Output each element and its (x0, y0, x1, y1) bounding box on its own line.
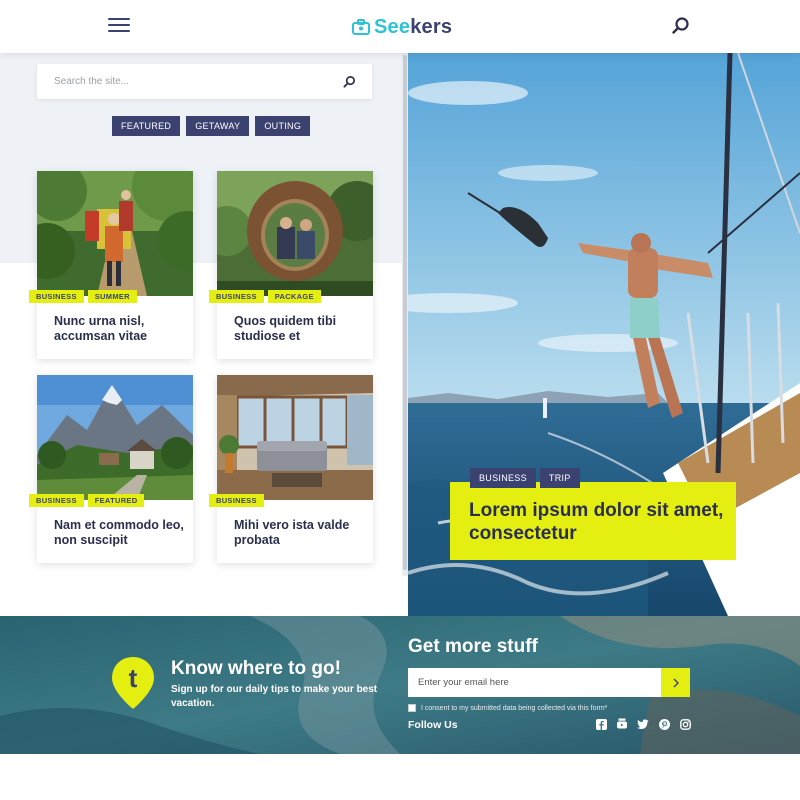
twitter-icon[interactable] (637, 718, 649, 730)
post-card-title[interactable]: Nunc urna nisl, accumsan vitae (54, 314, 184, 344)
post-card-image[interactable] (217, 375, 373, 500)
follow-us-label: Follow Us (408, 719, 458, 731)
filter-outing-button[interactable]: OUTING (255, 116, 311, 136)
youtube-icon[interactable] (616, 718, 628, 730)
hero-title-box[interactable]: Lorem ipsum dolor sit amet, consectetur (450, 482, 736, 560)
filter-featured-button[interactable]: FEATURED (112, 116, 181, 136)
know-where-title: Know where to go! (171, 658, 341, 679)
tag-business[interactable]: BUSINESS (29, 290, 84, 303)
svg-text:t: t (129, 663, 138, 693)
hero-tags: BUSINESS TRIP (470, 468, 580, 488)
scrollbar-thumb[interactable] (403, 55, 407, 570)
instagram-icon[interactable] (679, 718, 691, 730)
get-more-title: Get more stuff (408, 636, 538, 657)
tag-business[interactable]: BUSINESS (209, 290, 264, 303)
site-search-box (37, 64, 372, 99)
hero-tag-business[interactable]: BUSINESS (470, 468, 536, 488)
post-card-tags: BUSINESS (209, 494, 264, 507)
site-logo[interactable]: Seekers (352, 15, 452, 39)
consent-row: I consent to my submitted data being col… (408, 704, 607, 712)
post-card-image[interactable] (37, 375, 193, 500)
tag-package[interactable]: PACKAGE (267, 290, 321, 303)
post-card-title[interactable]: Quos quidem tibi studiose et (234, 314, 364, 344)
tag-business[interactable]: BUSINESS (29, 494, 84, 507)
post-card-image[interactable] (217, 171, 373, 296)
logo-text: Seekers (374, 15, 453, 38)
post-card[interactable]: BUSINESS FEATURED Nam et commodo leo, no… (29, 375, 193, 563)
email-field[interactable] (418, 677, 648, 688)
location-pin-logo-icon: t (112, 657, 154, 709)
search-icon[interactable] (343, 75, 356, 88)
pinterest-icon[interactable] (658, 718, 670, 730)
filter-buttons: FEATURED GETAWAY OUTING (112, 116, 311, 136)
menu-hamburger-icon[interactable] (108, 18, 132, 34)
top-header: Seekers (0, 0, 800, 53)
know-where-subtitle: Sign up for our daily tips to make your … (171, 684, 378, 709)
filter-getaway-button[interactable]: GETAWAY (186, 116, 250, 136)
header-search-icon[interactable] (671, 16, 691, 36)
email-submit-button[interactable] (661, 668, 690, 697)
post-card-tags: BUSINESS SUMMER (29, 290, 137, 303)
site-search-input[interactable] (54, 76, 324, 87)
chevron-right-icon (673, 678, 679, 687)
post-card-title[interactable]: Mihi vero ista valde probata (234, 518, 364, 548)
tag-featured[interactable]: FEATURED (87, 494, 145, 507)
email-field-wrapper (408, 668, 661, 697)
post-card-title[interactable]: Nam et commodo leo, non suscipit (54, 518, 184, 548)
post-card[interactable]: BUSINESS PACKAGE Quos quidem tibi studio… (209, 171, 373, 359)
post-card-image[interactable] (37, 171, 193, 296)
suitcase-logo-icon (352, 19, 370, 35)
facebook-icon[interactable] (595, 718, 607, 730)
hero-title[interactable]: Lorem ipsum dolor sit amet, consectetur (469, 499, 729, 545)
post-card[interactable]: BUSINESS Mihi vero ista valde probata (209, 375, 373, 563)
tag-business[interactable]: BUSINESS (209, 494, 264, 507)
page: Seekers FEATURED GETAWAY OUTING (0, 0, 800, 800)
consent-checkbox[interactable] (408, 704, 416, 712)
hero-tag-trip[interactable]: TRIP (539, 468, 580, 488)
post-card-tags: BUSINESS FEATURED (29, 494, 145, 507)
social-links (595, 718, 691, 730)
post-card[interactable]: BUSINESS SUMMER Nunc urna nisl, accumsan… (29, 171, 193, 359)
tag-summer[interactable]: SUMMER (87, 290, 137, 303)
post-card-tags: BUSINESS PACKAGE (209, 290, 321, 303)
consent-label: I consent to my submitted data being col… (421, 704, 608, 712)
